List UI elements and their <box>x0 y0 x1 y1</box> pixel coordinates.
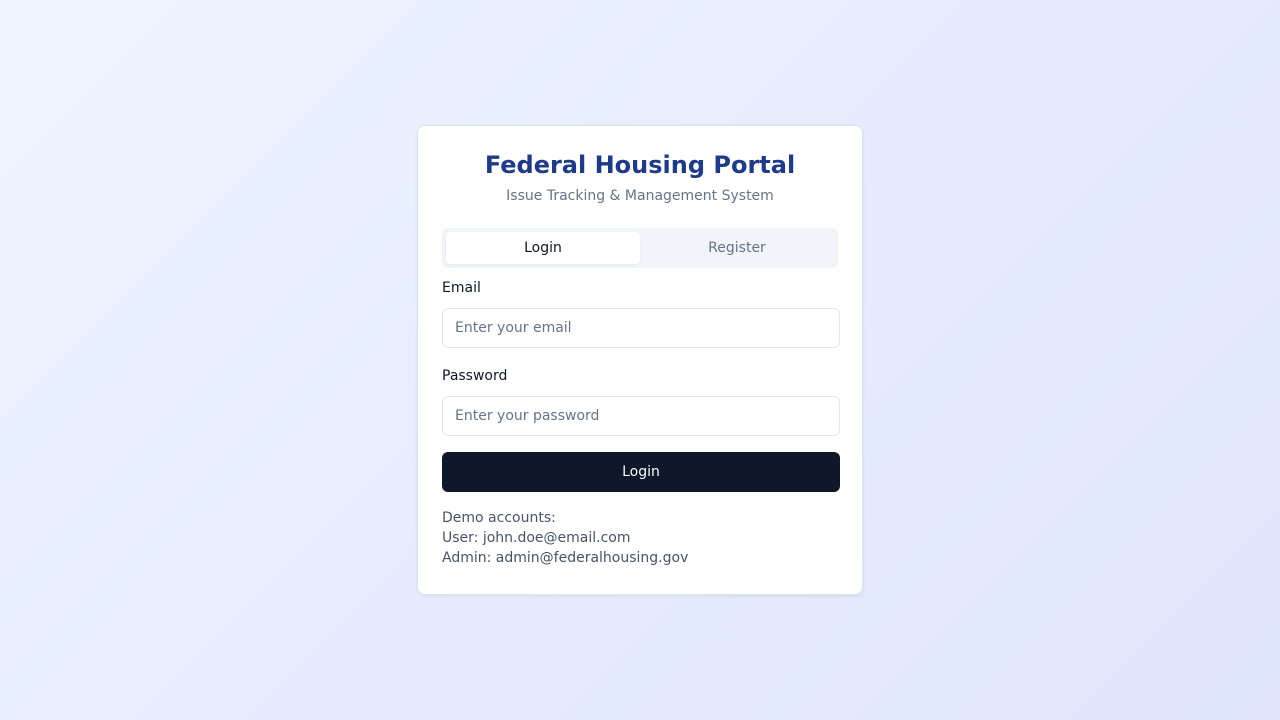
email-label: Email <box>442 280 481 296</box>
page-subtitle: Issue Tracking & Management System <box>506 188 774 204</box>
password-input[interactable] <box>442 396 840 436</box>
demo-accounts: Demo accounts: User: john.doe@email.com … <box>442 508 838 568</box>
email-input[interactable] <box>442 308 840 348</box>
demo-user-account: User: john.doe@email.com <box>442 530 631 546</box>
login-button[interactable]: Login <box>442 452 840 492</box>
auth-tabs: Login Register <box>442 228 838 268</box>
login-card: Federal Housing Portal Issue Tracking & … <box>417 125 863 595</box>
tab-login[interactable]: Login <box>446 232 640 264</box>
page-title: Federal Housing Portal <box>484 151 796 179</box>
login-form: Email Password Login <box>442 278 840 492</box>
demo-heading: Demo accounts: <box>442 510 556 526</box>
password-label: Password <box>442 368 508 384</box>
tab-register[interactable]: Register <box>640 232 834 264</box>
demo-admin-account: Admin: admin@federalhousing.gov <box>442 550 689 566</box>
